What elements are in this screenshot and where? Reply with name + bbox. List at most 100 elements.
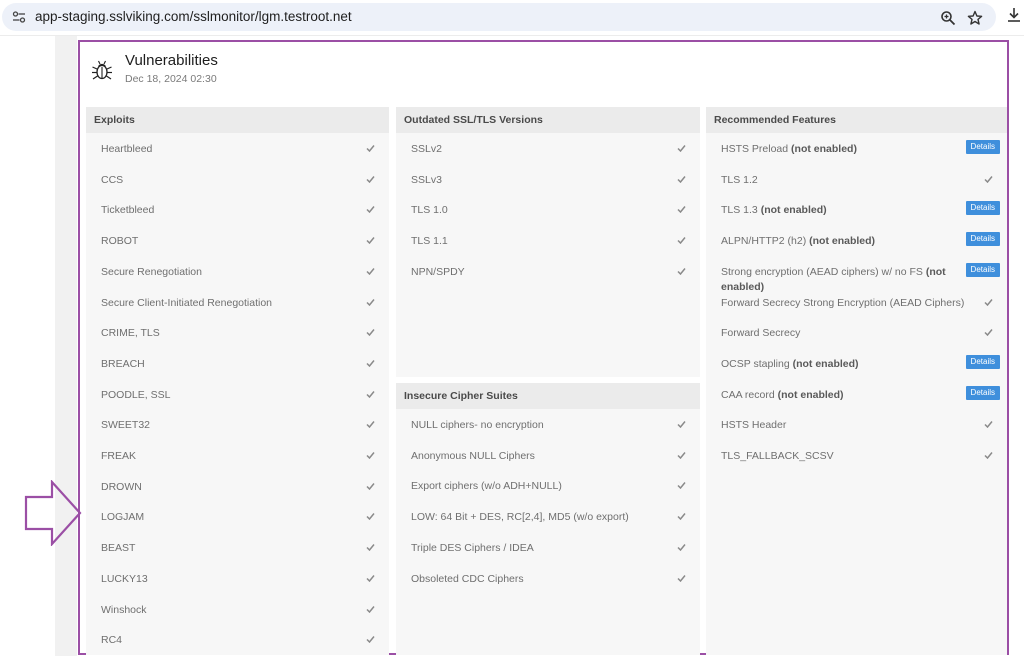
list-item: NULL ciphers- no encryption [396,409,700,440]
item-label: Triple DES Ciphers / IDEA [411,541,534,554]
feature-status: (not enabled) [792,357,859,370]
list-item: Winshock [86,594,389,625]
item-label: SWEET32 [101,419,151,432]
feature-row: TLS_FALLBACK_SCSV [706,440,1007,471]
feature-name: Forward Secrecy [721,327,801,340]
list-item: BEAST [86,532,389,563]
feature-name: TLS 1.3 [721,204,758,217]
list-item: DROWN [86,471,389,502]
item-label: LOGJAM [101,511,145,524]
check-icon [984,421,993,429]
page-gutter [55,36,77,656]
pointer-arrow-icon [24,480,82,546]
feature-name: TLS_FALLBACK_SCSV [721,450,834,462]
download-icon[interactable] [1006,7,1022,23]
feature-row: Strong encryption (AEAD ciphers) w/ no F… [706,256,1007,293]
feature-row: HSTS Preload (not enabled) Details [706,133,1007,164]
details-button[interactable]: Details [965,385,1000,400]
check-icon [677,482,686,490]
item-label: RC4 [101,634,123,647]
list-item: Heartbleed [86,133,389,164]
check-icon [366,359,375,367]
check-icon [677,513,686,521]
list-item: TLS 1.0 [396,194,700,225]
list-item: RC4 [86,624,389,655]
zoom-icon[interactable] [940,10,956,26]
item-label: BREACH [101,357,145,370]
item-label: Secure Client-Initiated Renegotiation [101,296,273,309]
list-item: ROBOT [86,225,389,256]
check-icon [677,206,686,214]
url-text[interactable]: app-staging.sslviking.com/sslmonitor/lgm… [35,9,352,24]
check-icon [366,298,375,306]
feature-name: CAA record [721,388,775,401]
address-bar[interactable]: app-staging.sslviking.com/sslmonitor/lgm… [2,3,996,31]
details-button[interactable]: Details [965,354,1000,369]
check-icon [366,206,375,214]
recommended-features-header: Recommended Features [706,107,1007,133]
feature-status: (not enabled) [809,235,876,248]
feature-row: TLS 1.2 [706,164,1007,195]
list-item: NPN/SPDY [396,256,700,287]
check-icon [677,421,686,428]
check-icon [366,237,375,245]
feature-name: HSTS Header [721,419,787,432]
check-icon [677,175,686,183]
check-icon [366,175,375,183]
details-button[interactable]: Details [965,262,1000,277]
item-label: Export ciphers (w/o ADH+NULL) [411,480,562,493]
list-item: CCS [86,164,389,195]
outdated-versions-header: Outdated SSL/TLS Versions [396,107,700,133]
check-icon [677,145,686,152]
check-icon [366,482,375,490]
feature-name: OCSP stapling [721,357,790,370]
site-info-icon[interactable] [12,10,26,24]
check-icon [677,451,686,459]
check-icon [677,543,686,551]
feature-label: Forward Secrecy Strong Encryption (AEAD … [721,296,964,311]
list-item: Export ciphers (w/o ADH+NULL) [396,470,700,501]
feature-label: Forward Secrecy [721,326,800,341]
feature-name: Forward Secrecy Strong Encryption (AEAD … [721,296,965,309]
insecure-ciphers-panel: Insecure Cipher Suites NULL ciphers- no … [396,383,700,655]
check-icon [984,298,993,306]
check-icon [366,513,375,521]
list-item: Anonymous NULL Ciphers [396,440,700,471]
check-icon [366,636,375,644]
browser-toolbar: app-staging.sslviking.com/sslmonitor/lgm… [0,0,1024,36]
details-button[interactable]: Details [965,140,1000,154]
feature-row: OCSP stapling (not enabled) Details [706,348,1007,379]
list-item: Triple DES Ciphers / IDEA [396,532,700,563]
bookmark-star-icon[interactable] [967,10,983,26]
item-label: LOW: 64 Bit + DES, RC[2,4], MD5 (w/o exp… [411,511,629,524]
feature-row: HSTS Header [706,409,1007,440]
check-icon [366,390,375,398]
feature-status: (not enabled) [791,143,857,155]
item-label: Obsoleted CDC Ciphers [411,572,524,585]
list-item: FREAK [86,440,389,471]
list-item: Ticketbleed [86,194,389,225]
feature-row: ALPN/HTTP2 (h2) (not enabled) Details [706,225,1007,256]
feature-label: TLS 1.2 [721,173,758,188]
item-label: ROBOT [101,235,139,248]
list-item: LUCKY13 [86,563,389,594]
check-icon [366,605,375,613]
exploits-panel: Exploits Heartbleed CCS Ticketbleed ROBOT Se… [86,107,389,655]
feature-label: TLS_FALLBACK_SCSV [721,449,834,464]
item-label: SSLv2 [411,143,442,155]
details-button[interactable]: Details [965,201,1000,216]
bug-icon [92,60,112,80]
card-title: Vulnerabilities [125,52,218,69]
details-button[interactable]: Details [965,232,1000,247]
list-item: SSLv2 [396,133,700,164]
list-item: Secure Client-Initiated Renegotiation [86,287,389,318]
recommended-features-panel: Recommended Features HSTS Preload (not e… [706,107,1007,655]
list-item: CRIME, TLS [86,317,389,348]
item-label: Ticketbleed [101,204,155,217]
list-item: LOW: 64 Bit + DES, RC[2,4], MD5 (w/o exp… [396,501,700,532]
check-icon [677,574,686,582]
item-label: LUCKY13 [101,572,148,585]
card-date: Dec 18, 2024 02:30 [125,73,217,85]
list-item: SSLv3 [396,164,700,195]
item-label: Anonymous NULL Ciphers [411,449,535,462]
